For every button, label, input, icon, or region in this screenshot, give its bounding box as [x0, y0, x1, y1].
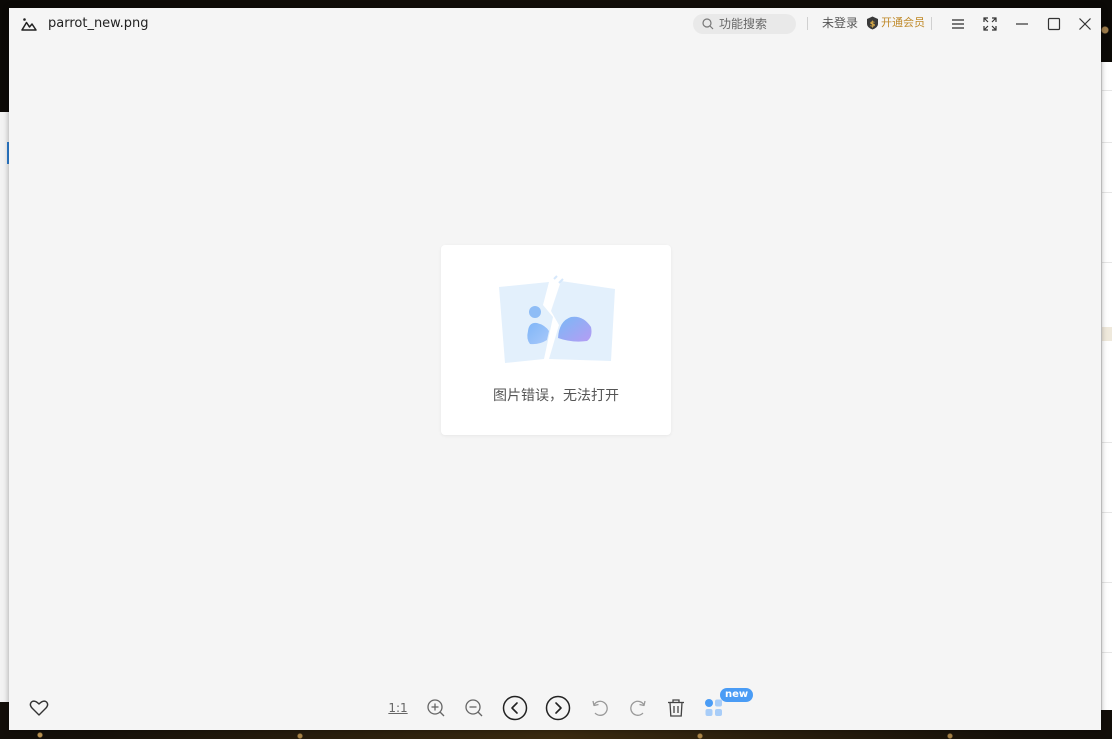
maximize-icon: [1047, 17, 1061, 31]
minimize-button[interactable]: [1012, 14, 1032, 34]
search-icon: [702, 18, 714, 30]
zoom-out-icon: [465, 699, 483, 717]
file-name: parrot_new.png: [48, 16, 149, 31]
chevron-right-circle-icon: [545, 695, 571, 721]
zoom-out-button[interactable]: [462, 696, 486, 720]
maximize-button[interactable]: [1044, 14, 1064, 34]
broken-image-icon: [499, 275, 615, 363]
vip-shield-icon: $: [867, 16, 878, 30]
actual-size-label: 1:1: [388, 701, 408, 715]
mountain-logo-icon: [21, 18, 37, 31]
zoom-in-button[interactable]: [424, 696, 448, 720]
background-window-right: [1101, 62, 1112, 710]
rotate-right-button[interactable]: [626, 696, 650, 720]
close-icon: [1079, 18, 1091, 30]
favorite-button[interactable]: [27, 696, 51, 720]
image-viewer-window: parrot_new.png 功能搜索 未登录 $ 开通会员 图片错误，无法打开…: [9, 8, 1101, 730]
login-link[interactable]: 未登录: [822, 16, 858, 31]
fullscreen-button[interactable]: [980, 14, 1000, 34]
rotate-right-icon: [630, 700, 646, 716]
svg-text:$: $: [870, 20, 876, 29]
new-badge: new: [720, 688, 754, 702]
divider: [931, 17, 932, 30]
trash-icon: [668, 699, 684, 717]
title-bar[interactable]: parrot_new.png 功能搜索 未登录 $ 开通会员: [9, 8, 1101, 40]
menu-button[interactable]: [948, 14, 968, 34]
rotate-left-button[interactable]: [588, 696, 612, 720]
search-placeholder: 功能搜索: [719, 17, 768, 31]
next-image-button[interactable]: [544, 694, 572, 722]
error-message: 图片错误，无法打开: [493, 388, 619, 404]
image-error-card: 图片错误，无法打开: [441, 245, 671, 435]
fullscreen-icon: [983, 17, 997, 31]
background-window-left: [0, 112, 9, 702]
actual-size-button[interactable]: 1:1: [386, 696, 410, 720]
rotate-left-icon: [592, 700, 608, 716]
close-button[interactable]: [1075, 14, 1095, 34]
chevron-left-circle-icon: [502, 695, 528, 721]
vip-label: 开通会员: [881, 16, 925, 29]
previous-image-button[interactable]: [501, 694, 529, 722]
heart-icon: [29, 700, 49, 716]
feature-search-input[interactable]: 功能搜索: [693, 14, 796, 34]
hamburger-menu-icon: [952, 19, 964, 29]
zoom-in-icon: [427, 699, 445, 717]
divider: [807, 17, 808, 30]
delete-button[interactable]: [664, 696, 688, 720]
minimize-icon: [1016, 23, 1028, 25]
